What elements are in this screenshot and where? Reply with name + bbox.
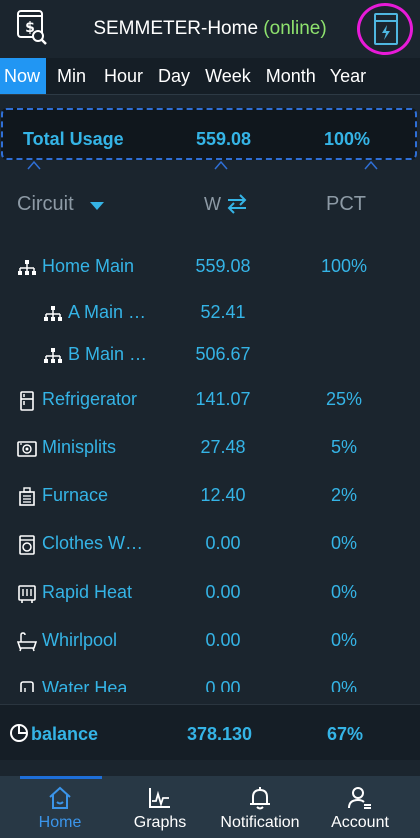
hierarchy-icon	[44, 306, 62, 321]
tab-min[interactable]: Min	[52, 58, 91, 94]
circuit-percent: 0%	[330, 533, 357, 553]
water-heater-icon	[20, 681, 34, 692]
circuit-watts: 12.40	[200, 485, 246, 505]
total-usage-label: Total Usage	[23, 129, 124, 149]
washer-icon	[19, 535, 35, 555]
electric-meter-icon	[374, 13, 398, 45]
nav-account-label: Account	[331, 814, 389, 831]
circuit-watts: 27.48	[200, 437, 246, 457]
bottom-navigation: Home Graphs Notification Account	[0, 776, 420, 838]
swap-units-icon[interactable]	[226, 194, 248, 214]
circuit-row-home-main[interactable]: Home Main 559.08 100%	[0, 247, 420, 287]
balance-row[interactable]: balance 378.130 67%	[0, 704, 420, 760]
bell-icon	[250, 787, 270, 810]
circuit-column-label[interactable]: Circuit	[17, 193, 74, 216]
total-usage-value: 559.08	[196, 129, 252, 149]
circuit-percent: 2%	[330, 485, 357, 505]
caret-up-icon	[214, 160, 228, 170]
column-header: Circuit W PCT	[0, 186, 420, 226]
circuit-percent: 0%	[330, 630, 357, 650]
nav-account[interactable]: Account	[310, 786, 410, 832]
total-usage-card[interactable]: Total Usage 559.08 100%	[1, 108, 417, 160]
caret-up-icon	[364, 160, 378, 170]
circuit-name: Water Hea	[42, 678, 128, 692]
device-status: (online)	[263, 18, 327, 39]
watts-column-label: W	[204, 194, 221, 214]
heater-icon	[18, 585, 36, 603]
balance-label: balance	[31, 724, 99, 744]
circuit-percent: 0%	[330, 582, 357, 602]
active-tab-indicator	[20, 776, 102, 779]
meter-button[interactable]	[357, 3, 413, 55]
nav-home-label: Home	[38, 814, 82, 831]
circuit-percent: 0%	[330, 678, 357, 692]
circuit-percent: 25%	[325, 389, 363, 409]
bathtub-icon	[17, 632, 37, 652]
tab-month[interactable]: Month	[261, 58, 321, 94]
circuit-row-rapid-heat[interactable]: Rapid Heat 0.00 0%	[0, 573, 420, 613]
caret-up-icon	[27, 160, 41, 170]
nav-notification-label: Notification	[220, 814, 300, 831]
furnace-icon	[19, 487, 35, 506]
circuit-watts: 52.41	[200, 302, 246, 322]
tab-now[interactable]: Now	[0, 58, 47, 94]
total-usage-percent: 100%	[324, 129, 371, 149]
nav-home[interactable]: Home	[10, 786, 110, 832]
tab-year[interactable]: Year	[325, 58, 371, 94]
tab-day[interactable]: Day	[153, 58, 195, 94]
account-icon	[348, 787, 371, 809]
circuit-watts: 0.00	[205, 582, 241, 602]
circuit-name: Minisplits	[42, 437, 117, 457]
circuit-row-water-heater[interactable]: Water Hea 0.00 0%	[0, 669, 420, 692]
circuit-name: Clothes W…	[42, 533, 144, 553]
circuit-row-b-main[interactable]: B Main … 506.67	[0, 335, 420, 375]
time-range-tabs: Now Min Hour Day Week Month Year	[0, 58, 420, 95]
balance-value: 378.130	[187, 724, 253, 744]
circuit-watts: 0.00	[205, 678, 241, 692]
circuit-percent: 5%	[330, 437, 357, 457]
pie-chart-icon	[10, 724, 28, 742]
circuit-percent: 100%	[320, 256, 368, 276]
minisplit-icon	[17, 441, 37, 457]
tab-hour[interactable]: Hour	[99, 58, 148, 94]
nav-graphs[interactable]: Graphs	[110, 786, 210, 832]
graph-icon	[149, 788, 170, 808]
circuit-watts: 0.00	[205, 533, 241, 553]
circuit-watts: 506.67	[195, 344, 251, 364]
circuit-row-furnace[interactable]: Furnace 12.40 2%	[0, 476, 420, 516]
circuit-row-clothes-washer[interactable]: Clothes W… 0.00 0%	[0, 524, 420, 564]
circuit-list[interactable]: Home Main 559.08 100% A Main … 52.41 B M…	[0, 240, 420, 692]
circuit-name: A Main …	[68, 302, 147, 322]
hierarchy-icon	[18, 260, 36, 275]
circuit-name: Rapid Heat	[42, 582, 133, 602]
nav-graphs-label: Graphs	[133, 814, 187, 831]
circuit-row-whirlpool[interactable]: Whirlpool 0.00 0%	[0, 621, 420, 661]
circuit-row-refrigerator[interactable]: Refrigerator 141.07 25%	[0, 380, 420, 420]
home-icon	[49, 786, 71, 809]
app-header: $ SEMMETER-Home (online)	[0, 0, 420, 58]
circuit-row-a-main[interactable]: A Main … 52.41	[0, 293, 420, 333]
device-name: SEMMETER-Home	[93, 18, 259, 39]
percent-column-label: PCT	[326, 193, 366, 215]
circuit-watts: 0.00	[205, 630, 241, 650]
circuit-name: B Main …	[68, 344, 148, 364]
circuit-row-minisplits[interactable]: Minisplits 27.48 5%	[0, 428, 420, 468]
nav-notification[interactable]: Notification	[210, 786, 310, 832]
sort-down-icon[interactable]	[89, 201, 105, 211]
circuit-name: Whirlpool	[42, 630, 118, 650]
tab-week[interactable]: Week	[200, 58, 256, 94]
circuit-watts: 141.07	[195, 389, 251, 409]
refrigerator-icon	[20, 391, 34, 411]
circuit-watts: 559.08	[195, 256, 251, 276]
circuit-name: Home Main	[42, 256, 135, 276]
circuit-name: Refrigerator	[42, 389, 138, 409]
circuit-name: Furnace	[42, 485, 109, 505]
hierarchy-icon	[44, 348, 62, 363]
balance-percent: 67%	[327, 724, 364, 744]
